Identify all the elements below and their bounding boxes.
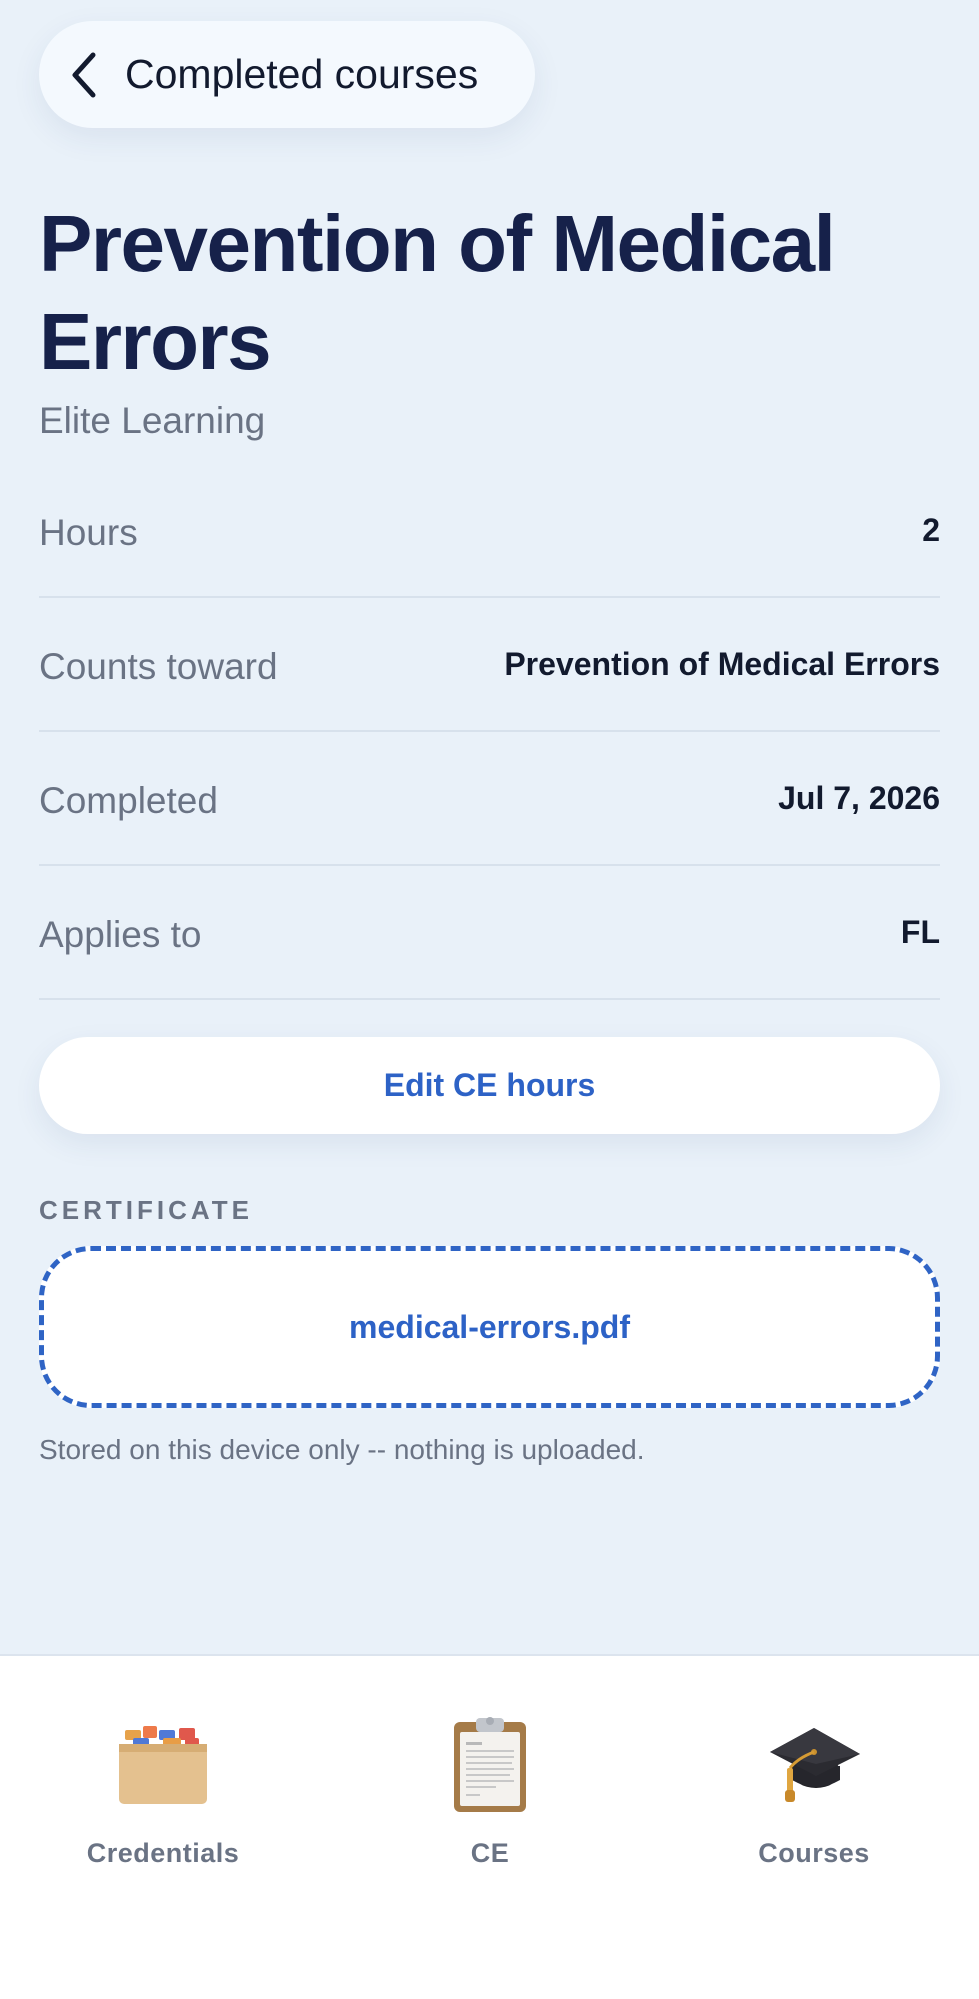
- detail-value: 2: [922, 511, 940, 548]
- back-button[interactable]: Completed courses: [39, 21, 535, 128]
- tab-label: CE: [470, 1838, 510, 1868]
- tab-label: Credentials: [86, 1838, 240, 1868]
- detail-label: Hours: [39, 512, 138, 553]
- edit-ce-hours-button[interactable]: Edit CE hours: [39, 1037, 940, 1134]
- tab-courses[interactable]: Courses: [684, 1714, 944, 1869]
- course-detail-screen: Completed courses Prevention of Medical …: [0, 0, 979, 1999]
- detail-row-applies-to: Applies to FL: [39, 866, 940, 1000]
- course-provider: Elite Learning: [39, 400, 266, 441]
- detail-value: FL: [900, 913, 940, 950]
- tab-ce[interactable]: CE: [360, 1714, 620, 1869]
- certificate-file[interactable]: medical-errors.pdf: [39, 1246, 940, 1408]
- detail-row-hours: Hours 2: [39, 464, 940, 598]
- card-index-icon: [119, 1726, 207, 1804]
- detail-label: Completed: [39, 780, 218, 821]
- tab-credentials[interactable]: Credentials: [33, 1714, 293, 1869]
- storage-note: Stored on this device only -- nothing is…: [39, 1434, 645, 1465]
- detail-row-completed: Completed Jul 7, 2026: [39, 732, 940, 866]
- tab-bar: Credentials CE Courses: [0, 1654, 979, 1999]
- certificate-file-name: medical-errors.pdf: [349, 1308, 630, 1345]
- detail-value: Jul 7, 2026: [778, 779, 940, 816]
- chevron-left-icon: [69, 51, 105, 99]
- certificate-section-title: CERTIFICATE: [39, 1195, 253, 1225]
- back-button-label: Completed courses: [125, 51, 479, 97]
- graduation-cap-icon: [770, 1728, 860, 1802]
- clipboard-icon: [454, 1717, 526, 1812]
- detail-label: Applies to: [39, 914, 202, 955]
- detail-label: Counts toward: [39, 646, 278, 687]
- page-title: Prevention of Medical Errors: [39, 199, 836, 386]
- course-details-list: Hours 2 Counts toward Prevention of Medi…: [39, 464, 940, 1000]
- tab-label: Courses: [758, 1838, 870, 1868]
- detail-row-counts-toward: Counts toward Prevention of Medical Erro…: [39, 598, 940, 732]
- detail-value: Prevention of Medical Errors: [504, 645, 940, 682]
